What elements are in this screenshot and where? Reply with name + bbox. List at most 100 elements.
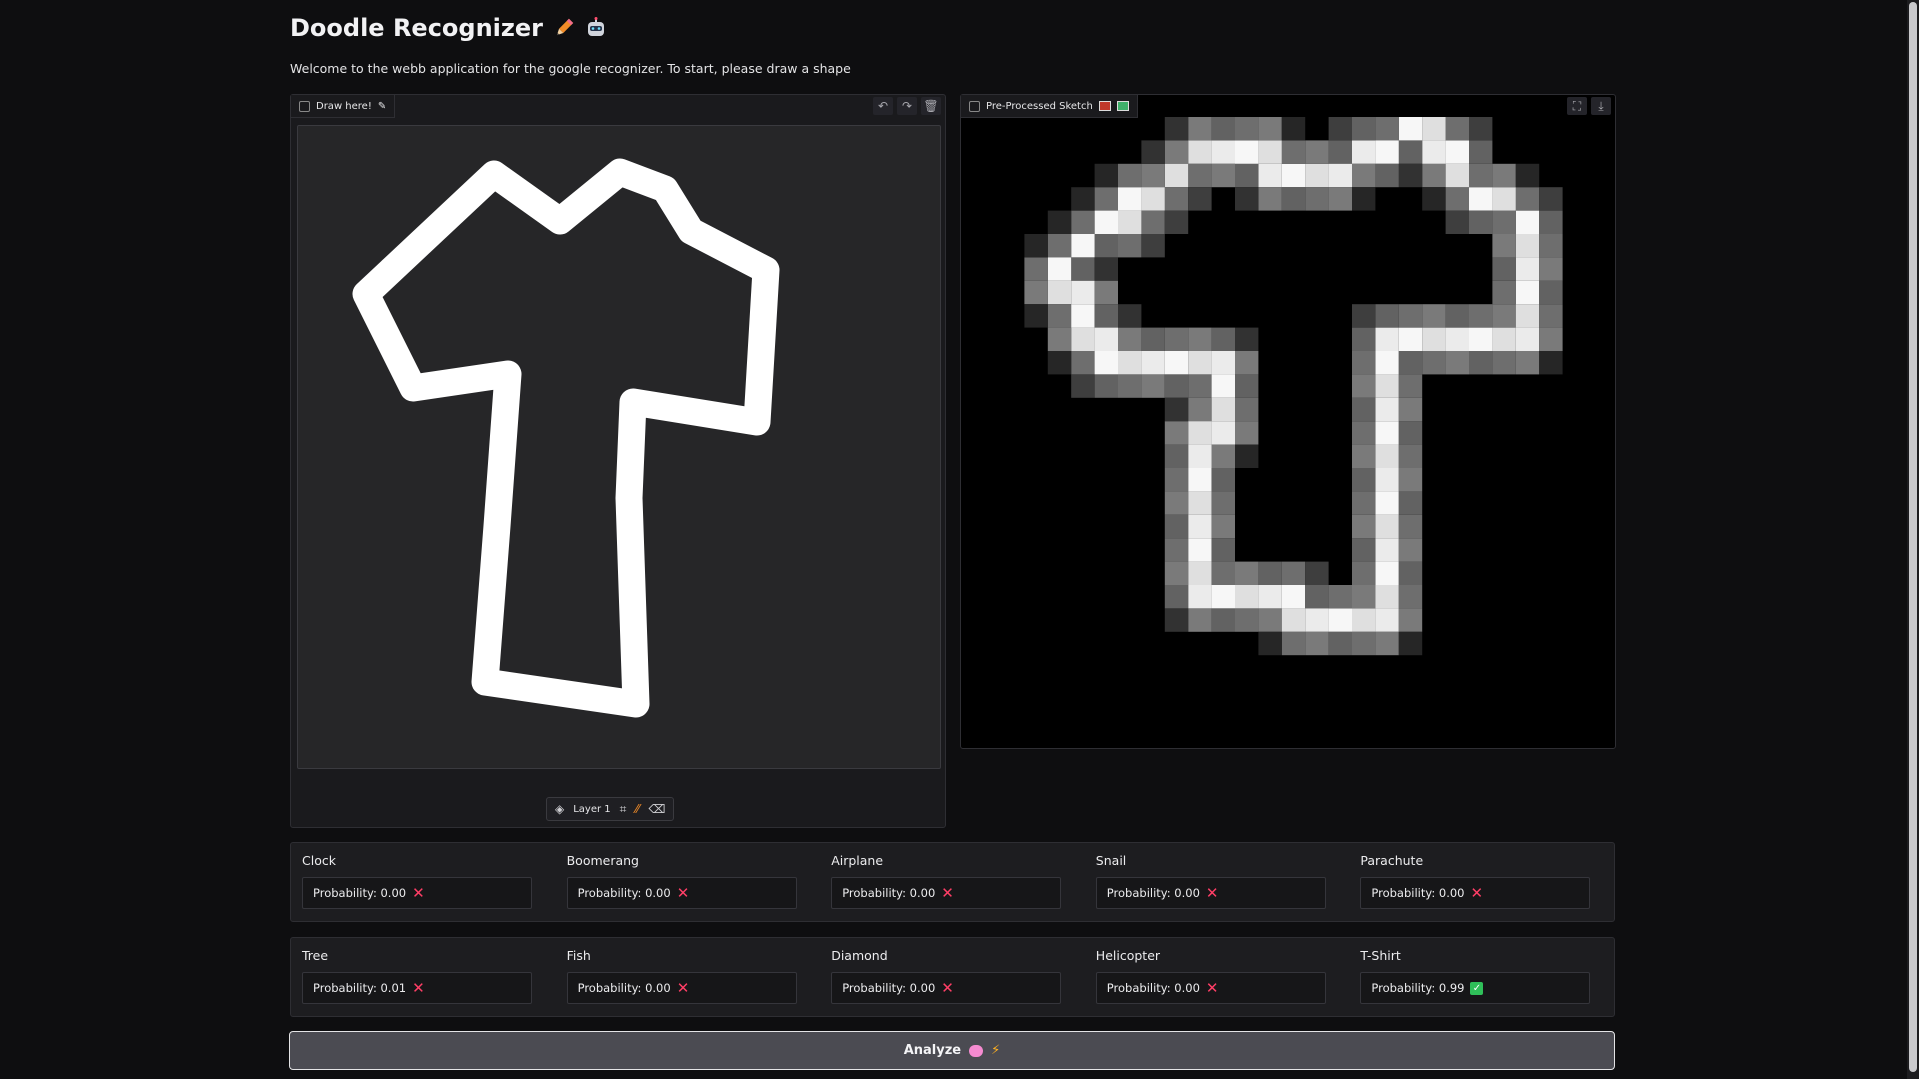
sketch-pixel bbox=[1352, 140, 1376, 164]
sketch-pixel bbox=[1305, 163, 1329, 188]
image-icon bbox=[299, 100, 310, 112]
sketch-pixel bbox=[1492, 163, 1516, 188]
drawing-canvas[interactable] bbox=[297, 125, 941, 769]
sketch-pixel bbox=[1141, 210, 1165, 234]
sketch-pixel bbox=[1375, 327, 1399, 351]
sketch-pixel bbox=[1398, 421, 1423, 445]
sketch-pixel bbox=[1047, 304, 1072, 328]
sketch-pixel bbox=[1398, 117, 1423, 141]
sketch-pixel bbox=[1515, 234, 1540, 258]
sketch-pixel bbox=[1211, 444, 1235, 468]
sketch-pixel bbox=[1094, 187, 1118, 211]
fullscreen-icon[interactable]: ⛶ bbox=[1567, 97, 1587, 115]
sketch-pixel bbox=[1375, 304, 1399, 328]
sketch-pixel bbox=[1375, 468, 1399, 492]
sketch-pixel bbox=[1375, 631, 1399, 656]
sketch-pixel bbox=[1071, 257, 1095, 281]
sketch-pixel bbox=[1047, 257, 1072, 281]
scrollbar-thumb[interactable] bbox=[1909, 2, 1917, 1072]
sketch-pixel bbox=[1164, 468, 1189, 492]
sketch-pixel bbox=[1164, 585, 1189, 609]
sketch-pixel bbox=[1469, 117, 1493, 141]
sketch-pixel bbox=[1235, 561, 1259, 585]
sketch-pixel bbox=[1539, 234, 1563, 258]
undo-icon[interactable]: ↶ bbox=[873, 97, 893, 115]
sketch-pixel bbox=[1047, 280, 1072, 305]
crop-icon[interactable]: ⌗ bbox=[620, 802, 627, 817]
sketch-pixel bbox=[1375, 140, 1399, 164]
page-scrollbar[interactable] bbox=[1907, 0, 1919, 1079]
prediction-value-box: Probability: 0.01 ✕ bbox=[302, 972, 532, 1004]
sketch-pixel bbox=[1398, 327, 1423, 351]
sketch-pixel bbox=[1375, 491, 1399, 515]
prediction-label: Clock bbox=[302, 853, 336, 868]
sketch-pixel bbox=[1047, 234, 1072, 258]
sketch-pixel bbox=[1164, 444, 1189, 468]
sketch-pixel bbox=[1164, 397, 1189, 422]
sketch-pixel bbox=[1094, 304, 1118, 328]
prediction-label: Snail bbox=[1095, 853, 1127, 868]
layer-label[interactable]: Layer 1 bbox=[573, 804, 610, 815]
sketch-pixel bbox=[1352, 117, 1376, 141]
redo-icon[interactable]: ↷ bbox=[897, 97, 917, 115]
sketch-pixel bbox=[1188, 538, 1212, 562]
brush-icon[interactable]: ⁄⁄ bbox=[635, 802, 639, 816]
sketch-pixel bbox=[1492, 187, 1516, 211]
sketch-pixel bbox=[1422, 140, 1446, 164]
sketch-pixel bbox=[1539, 210, 1563, 234]
cross-icon: ✕ bbox=[1205, 884, 1219, 902]
trash-icon[interactable]: 🗑 bbox=[921, 97, 941, 115]
sketch-pixel bbox=[1235, 585, 1259, 609]
analyze-button[interactable]: Analyze ⚡ bbox=[289, 1031, 1615, 1070]
sketch-pixel bbox=[1188, 187, 1212, 211]
sketch-pixel bbox=[1352, 631, 1376, 656]
prediction-value-box: Probability: 0.00 ✕ bbox=[831, 972, 1062, 1004]
cross-icon: ✕ bbox=[412, 979, 425, 997]
sketch-pixel bbox=[1188, 163, 1212, 188]
prediction-item: Boomerang Probability: 0.00 ✕ bbox=[556, 843, 799, 921]
sketch-pixel bbox=[1492, 234, 1516, 258]
sketch-pixel bbox=[1305, 140, 1329, 164]
sketch-pixel bbox=[1445, 210, 1469, 234]
sketch-pixel bbox=[1141, 163, 1165, 188]
pencil-icon bbox=[556, 18, 574, 36]
sketch-pixel bbox=[1469, 351, 1493, 375]
image-emoji-icon bbox=[1116, 101, 1129, 111]
sketch-pixel bbox=[1352, 444, 1376, 468]
sketch-pixel bbox=[1258, 585, 1282, 609]
sketch-pixel bbox=[1024, 304, 1048, 328]
prediction-item: Helicopter Probability: 0.00 ✕ bbox=[1085, 938, 1328, 1016]
sketch-pixel bbox=[1492, 351, 1516, 375]
sketchpad-toolbar: ↶ ↷ 🗑 bbox=[873, 97, 941, 115]
sketch-pixel bbox=[1492, 280, 1516, 305]
sketch-pixel bbox=[1094, 351, 1118, 375]
sketch-pixel bbox=[1515, 351, 1540, 375]
sketch-pixel bbox=[1188, 421, 1212, 445]
sketch-pixel bbox=[1071, 327, 1095, 351]
sketch-pixel bbox=[1164, 117, 1189, 141]
sketchpad-label: Draw here! ✎ bbox=[291, 95, 396, 118]
sketch-pixel bbox=[1422, 327, 1446, 351]
sketch-pixel bbox=[1375, 538, 1399, 562]
sketch-pixel bbox=[1422, 117, 1446, 141]
sketch-pixel bbox=[1515, 304, 1540, 328]
sketch-pixel bbox=[1515, 280, 1540, 305]
probability-text: Probability: 0.00 bbox=[577, 886, 671, 900]
eraser-icon[interactable]: ⌫ bbox=[648, 802, 665, 816]
sketch-pixel bbox=[1164, 351, 1189, 375]
probability-text: Probability: 0.00 bbox=[842, 981, 936, 995]
sketch-pixel bbox=[1375, 374, 1399, 398]
sketch-pixel bbox=[1235, 374, 1259, 398]
sketch-pixel bbox=[1071, 187, 1095, 211]
probability-text: Probability: 0.00 bbox=[1371, 886, 1465, 900]
sketch-pixel bbox=[1352, 561, 1376, 585]
sketch-pixel bbox=[1235, 140, 1259, 164]
layers-icon[interactable]: ◈ bbox=[555, 802, 564, 816]
sketch-pixel bbox=[1188, 351, 1212, 375]
download-icon[interactable]: ⤓ bbox=[1591, 97, 1611, 115]
sketch-pixel bbox=[1188, 468, 1212, 492]
sketch-pixel bbox=[1375, 514, 1399, 539]
sketch-pixel bbox=[1235, 397, 1259, 422]
sketch-pixel bbox=[1235, 421, 1259, 445]
sketch-pixel bbox=[1211, 491, 1235, 515]
